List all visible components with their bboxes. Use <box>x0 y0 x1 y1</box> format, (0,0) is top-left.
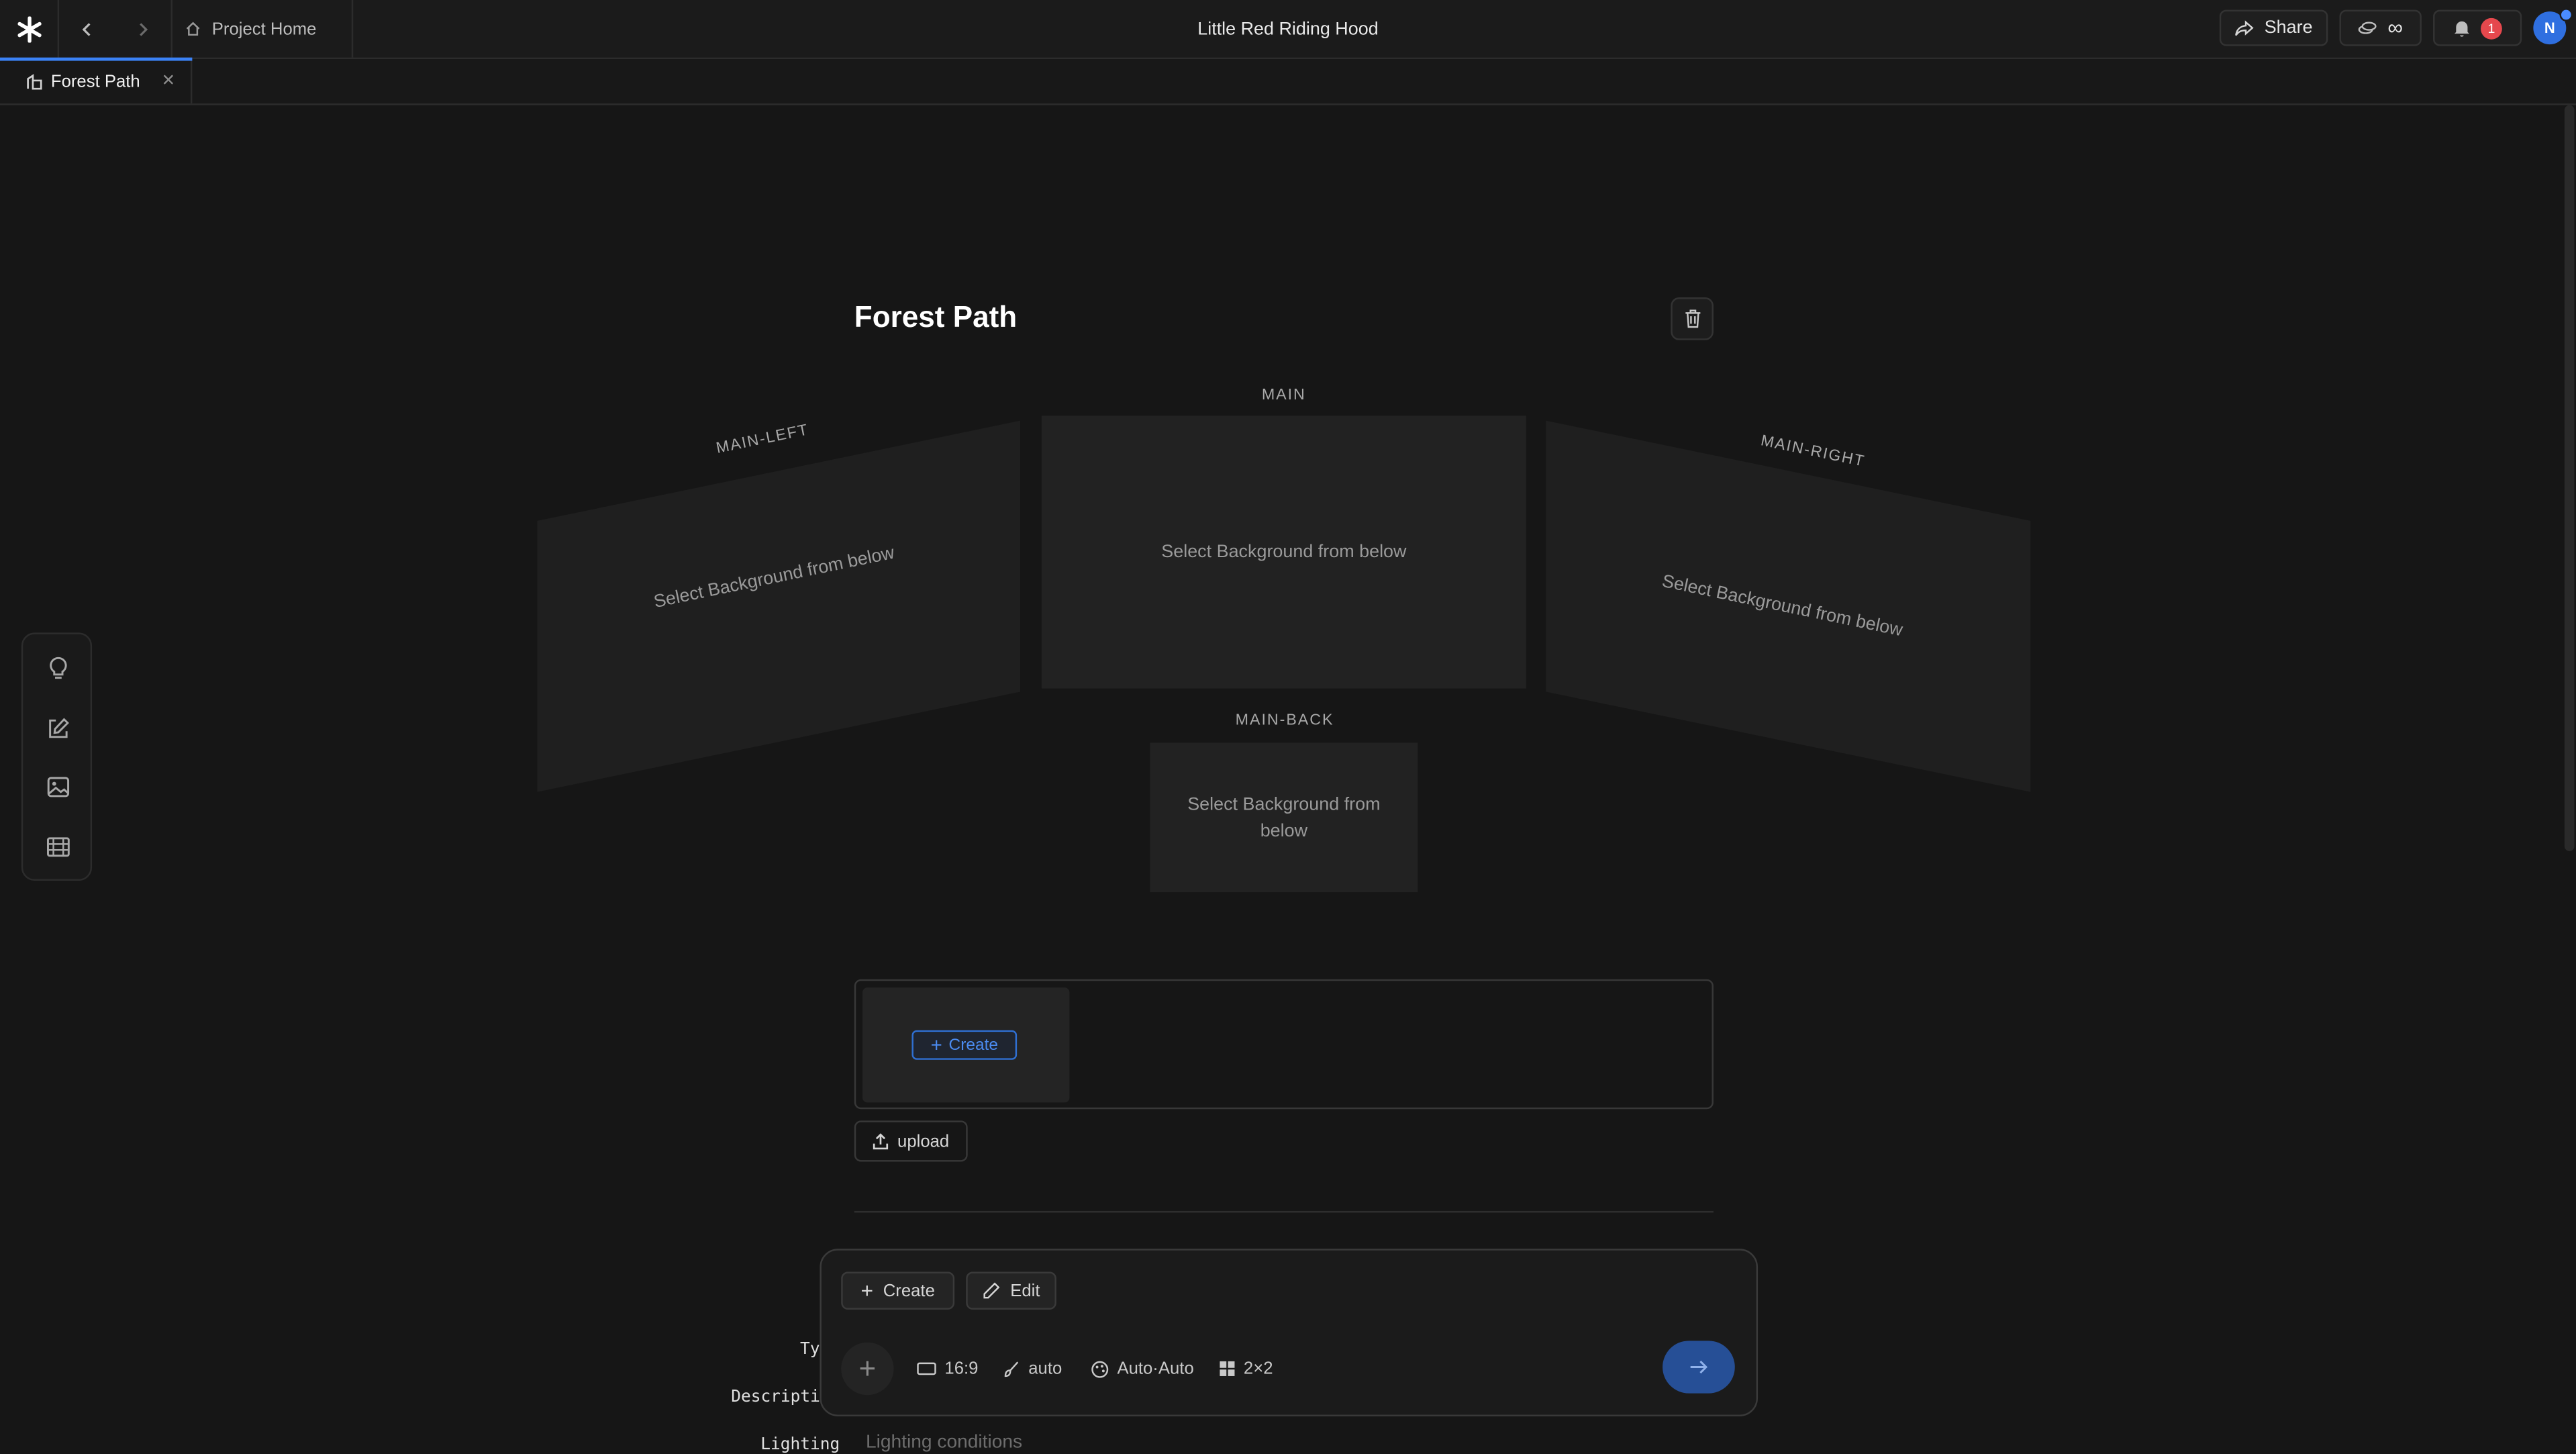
type-label: Ty <box>800 1341 820 1359</box>
pencil-icon <box>983 1282 1000 1299</box>
grid-value: 2×2 <box>1243 1359 1273 1379</box>
background-picker: + Create <box>854 979 1714 1110</box>
style-select[interactable]: auto <box>1002 1355 1062 1382</box>
grid-icon <box>1220 1361 1235 1376</box>
plus-icon: + <box>930 1033 942 1057</box>
aspect-ratio-value: 16:9 <box>944 1359 979 1379</box>
create-background-button[interactable]: + Create <box>911 1030 1018 1060</box>
composer-edit-label: Edit <box>1010 1280 1040 1301</box>
upload-button[interactable]: upload <box>854 1120 968 1162</box>
model-select[interactable]: Auto·Auto <box>1091 1355 1194 1382</box>
add-attachment-button[interactable]: + <box>841 1342 894 1396</box>
send-button[interactable] <box>1663 1341 1735 1394</box>
aspect-ratio-icon <box>917 1362 936 1375</box>
description-label: Descriptio <box>731 1388 830 1407</box>
main-placeholder: Select Background from below <box>1161 542 1407 563</box>
main-back-label: MAIN-BACK <box>1235 711 1334 730</box>
composer-edit-button[interactable]: Edit <box>966 1271 1056 1310</box>
main-left-panel[interactable] <box>537 420 1021 792</box>
main-back-placeholder-line1: Select Background from <box>1187 794 1381 814</box>
main-panel[interactable]: Select Background from below <box>1041 416 1526 689</box>
upload-icon <box>873 1133 889 1150</box>
composer-create-label: Create <box>883 1280 935 1301</box>
grid-select[interactable]: 2×2 <box>1219 1355 1273 1382</box>
create-slot: + Create <box>862 987 1070 1103</box>
prompt-composer: + Create Edit + 16:9 auto Auto·Auto 2×2 <box>820 1249 1758 1416</box>
create-label: Create <box>948 1036 999 1055</box>
main-back-panel[interactable]: Select Background from below <box>1150 742 1418 893</box>
style-value: auto <box>1028 1359 1062 1379</box>
upload-label: upload <box>897 1131 950 1151</box>
divider <box>854 1210 1714 1213</box>
lighting-input[interactable]: Lighting conditions <box>866 1433 1022 1452</box>
plus-icon: + <box>860 1277 874 1302</box>
main-back-placeholder-line2: below <box>1260 820 1308 841</box>
composer-create-button[interactable]: + Create <box>841 1271 955 1310</box>
lighting-label: Lighting <box>760 1436 840 1454</box>
arrow-right-icon <box>1690 1360 1708 1374</box>
brush-icon <box>1004 1361 1019 1376</box>
main-label: MAIN <box>1261 386 1306 405</box>
plus-icon: + <box>858 1351 877 1385</box>
aspect-ratio-select[interactable]: 16:9 <box>917 1355 979 1382</box>
model-value: Auto·Auto <box>1117 1359 1194 1379</box>
palette-icon <box>1091 1360 1109 1377</box>
